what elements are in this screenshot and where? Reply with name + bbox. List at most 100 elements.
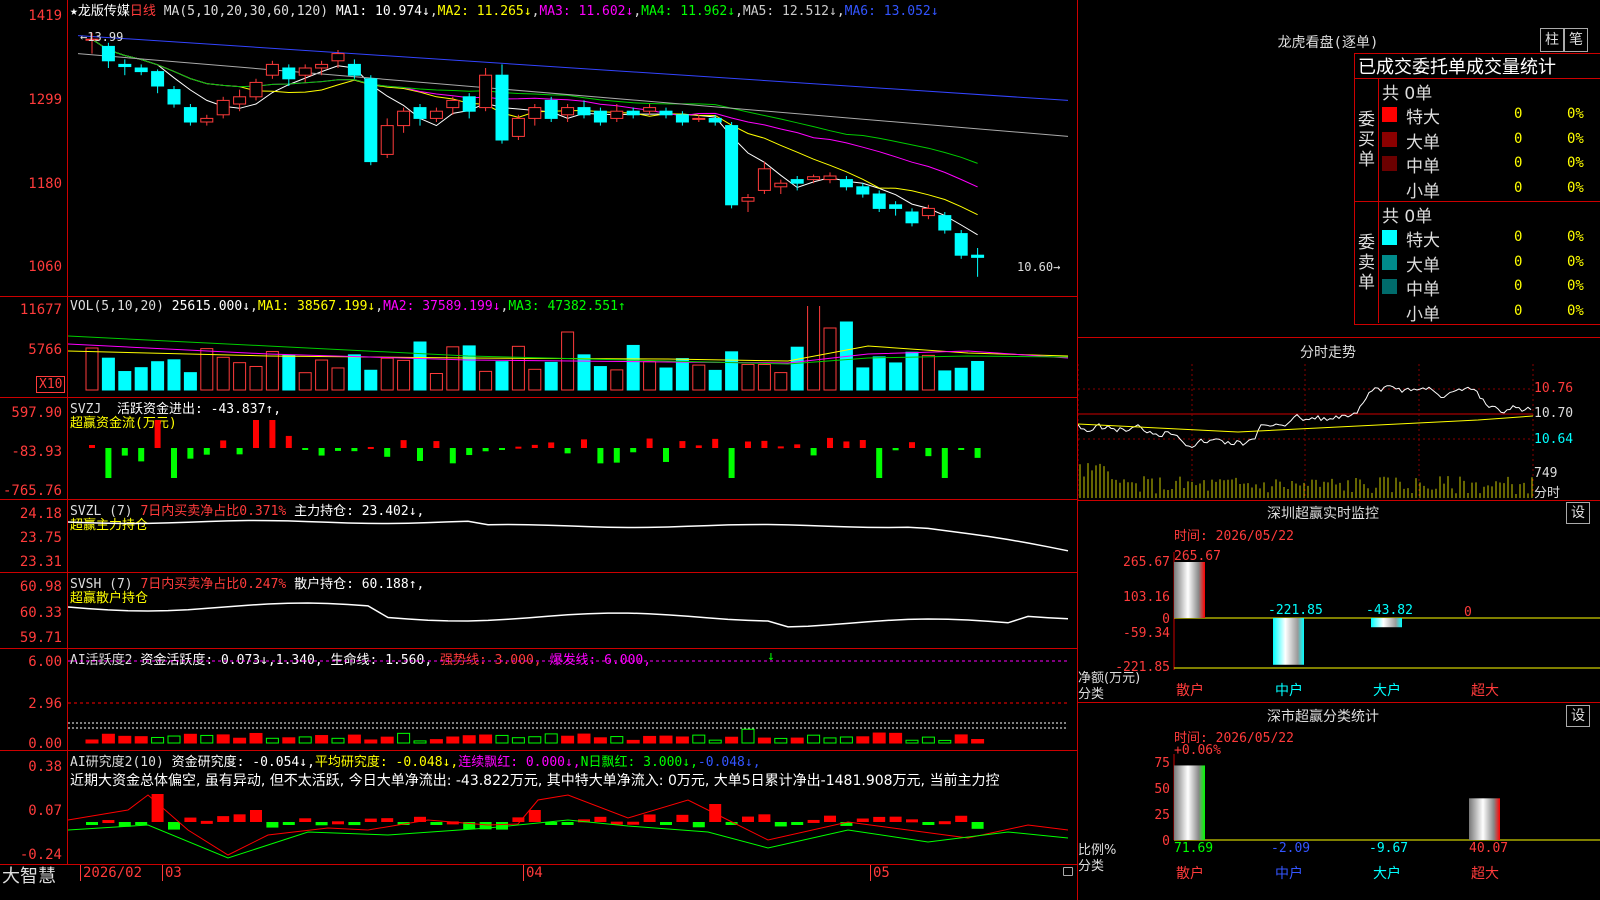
intraday-chart[interactable] [1078, 364, 1600, 500]
activity-bar [397, 732, 411, 744]
activity-bar [233, 737, 247, 744]
svzl-y-label: 23.31 [19, 554, 62, 570]
svzj-bar [777, 446, 784, 449]
research-bar [86, 822, 98, 825]
svzj-bar [531, 444, 538, 448]
intraday-title: 分时走势 [1300, 345, 1356, 361]
high-marker: ←13.99 [80, 30, 124, 44]
monitor-y-label: 265.67 [1123, 555, 1170, 570]
monitor-bar-label: 0 [1464, 605, 1472, 620]
research-bar [922, 822, 935, 825]
ai-research-header: AI研究度2(10) 资金研究度: -0.054↓,平均研究度: -0.048↓… [70, 751, 761, 770]
svzj-bar [925, 448, 932, 457]
candle [708, 117, 722, 123]
activity-bar [200, 734, 214, 744]
ai-research-v2: 平均研究度: -0.048↓, [314, 755, 459, 770]
bar-mode-button[interactable]: 柱 [1540, 28, 1564, 52]
activity-bar [167, 735, 181, 744]
monitor-bar [1174, 562, 1205, 618]
svzj-bar [761, 440, 768, 448]
ai-research-v1: 资金研究度: -0.054↓, [171, 755, 315, 770]
volume-bar [183, 372, 197, 391]
order-count: 0 [1514, 130, 1523, 147]
order-type-label: 大单 [1406, 132, 1440, 153]
activity-bar [249, 732, 263, 744]
volume-bar [511, 345, 525, 391]
svzj-bar [236, 448, 243, 455]
research-bar [774, 822, 787, 827]
svzj-bar [745, 441, 751, 448]
svzj-bar [203, 448, 210, 455]
research-bar [184, 817, 197, 822]
activity-bar [347, 734, 361, 744]
volume-bar [757, 363, 771, 391]
svzj-bar [449, 448, 456, 464]
intraday-y-label: 10.64 [1534, 432, 1574, 447]
volume-bar [544, 361, 558, 391]
monitor-settings-button[interactable]: 设 [1566, 502, 1590, 524]
classify-bar-label: 40.07 [1469, 841, 1508, 856]
candle [298, 67, 312, 76]
svzl-y-label: 23.75 [19, 530, 62, 546]
ai-active-chart [68, 660, 1068, 744]
volume-bar [347, 354, 361, 391]
volume-bar [692, 364, 706, 391]
stats-tab-label[interactable]: 已成交委托单成交量统计 [1358, 53, 1556, 79]
research-bar [135, 822, 148, 825]
activity-bar [183, 733, 197, 744]
svzj-bar [187, 448, 194, 459]
classify-category: 大户 [1373, 865, 1401, 882]
activity-bar [971, 739, 985, 744]
volume-bar [921, 354, 935, 391]
order-percent: 0% [1567, 229, 1584, 245]
activity-bar [954, 734, 968, 744]
activity-bar [85, 739, 99, 744]
candle [118, 63, 132, 68]
volume-bar [626, 344, 640, 391]
svzj-bar [121, 448, 128, 456]
left-chart-area: ★龙版传媒日线 MA(5,10,20,30,60,120) MA1: 10.97… [0, 0, 1078, 900]
svzj-bar [843, 441, 850, 448]
activity-bar [741, 728, 755, 744]
volume-bar [856, 367, 870, 391]
legend-swatch [1382, 279, 1397, 294]
ai-active-y-label: 2.96 [28, 696, 62, 712]
volume-bar [643, 361, 657, 391]
intraday-top-border [1078, 337, 1600, 338]
volume-bar [298, 372, 312, 391]
candle [889, 204, 903, 209]
monitor-title: 深圳超赢实时监控 [1267, 506, 1379, 522]
volume-bar [954, 367, 968, 391]
svzl-line [68, 519, 1069, 552]
activity-bar [708, 739, 722, 744]
svzj-bar [384, 448, 391, 457]
vol-unit-badge[interactable]: X10 [36, 376, 66, 393]
candle [413, 107, 427, 119]
volume-bar [708, 369, 722, 391]
research-bar [282, 822, 295, 825]
volume-bar [101, 357, 115, 391]
svzj-bar [646, 438, 653, 448]
candlestick-chart[interactable] [68, 14, 1076, 284]
candle [479, 74, 493, 109]
svzj-bar [974, 448, 981, 458]
candle [200, 117, 214, 123]
candle [577, 107, 591, 116]
activity-bar [643, 735, 657, 744]
svzj-bar [515, 446, 522, 449]
activity-bar [823, 737, 837, 744]
monitor-chart: 265.67103.160-59.34-221.85265.67散户-221.8… [1115, 549, 1600, 699]
classify-settings-button[interactable]: 设 [1566, 705, 1590, 727]
volume-bar [380, 357, 394, 391]
pen-mode-button[interactable]: 笔 [1564, 28, 1588, 52]
candle [774, 182, 788, 188]
volume-bar [167, 359, 181, 391]
lock-icon[interactable] [1063, 867, 1073, 876]
classify-category: 超大 [1471, 866, 1499, 882]
order-type-label: 小单 [1406, 181, 1440, 202]
activity-bar [298, 736, 312, 744]
activity-bar [938, 739, 952, 744]
classify-axis-sub: 分类 [1078, 859, 1105, 874]
volume-bar [265, 351, 279, 391]
activity-bar [429, 739, 443, 744]
